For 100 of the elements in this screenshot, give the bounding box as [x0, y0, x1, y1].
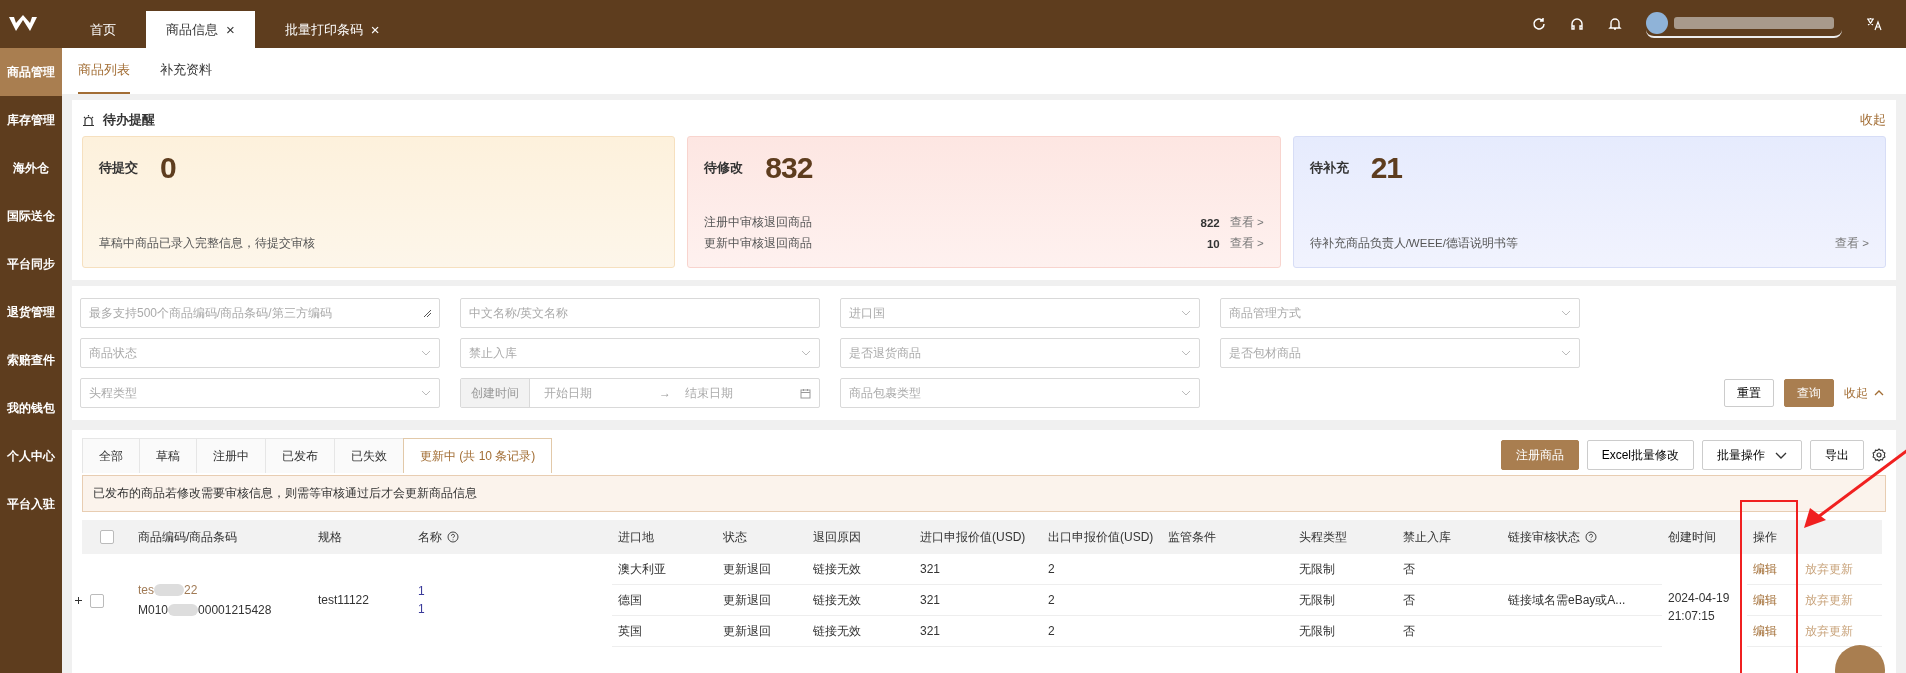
action-button[interactable]: 注册商品 — [1500, 440, 1579, 470]
select-field[interactable]: 是否包材商品 — [1220, 338, 1580, 368]
edit-link[interactable]: 编辑 — [1753, 561, 1777, 576]
select-field[interactable]: 禁止入库 — [460, 338, 820, 368]
table-cell: 更新退回 — [723, 623, 771, 638]
help-icon — [1585, 531, 1597, 543]
translate-icon[interactable] — [1866, 17, 1882, 31]
status-tab[interactable]: 注册中 — [196, 438, 265, 473]
subtab[interactable]: 补充资料 — [160, 48, 212, 94]
discard-link[interactable]: 放弃更新 — [1805, 623, 1853, 638]
status-tab[interactable]: 全部 — [82, 438, 139, 473]
page-tab[interactable]: 首页 — [70, 11, 136, 48]
card-note: 草稿中商品已录入完整信息，待提交审核 — [99, 236, 315, 251]
sidebar-item[interactable]: 索赔查件 — [0, 336, 62, 384]
card-title: 待修改 — [704, 159, 744, 177]
table-cell: 2 — [1048, 624, 1055, 638]
chevron-icon — [801, 350, 811, 356]
edit-link[interactable]: 编辑 — [1753, 623, 1777, 638]
column-header: 名称 — [418, 528, 442, 546]
table-cell: 更新退回 — [723, 592, 771, 607]
sidebar-item[interactable]: 平台入驻 — [0, 480, 62, 528]
close-icon[interactable]: × — [226, 21, 235, 38]
close-icon[interactable]: × — [370, 21, 380, 38]
select-field[interactable]: 商品包裹类型 — [840, 378, 1200, 408]
chevron-icon — [1181, 310, 1191, 316]
expand-icon[interactable] — [74, 596, 83, 606]
card-title: 待提交 — [99, 159, 138, 177]
status-tab[interactable]: 已失效 — [334, 438, 403, 473]
sidebar-item[interactable]: 国际送仓 — [0, 192, 62, 240]
status-tab[interactable]: 更新中 (共 10 条记录) — [403, 438, 553, 473]
sidebar-item[interactable]: 库存管理 — [0, 96, 62, 144]
view-link[interactable]: 查看 > — [1229, 215, 1264, 230]
column-header: 规格 — [318, 528, 342, 546]
sidebar-item[interactable]: 退货管理 — [0, 288, 62, 336]
table-cell: 无限制 — [1299, 623, 1335, 638]
table-cell: 否 — [1403, 592, 1415, 607]
resize-icon — [424, 309, 431, 317]
select-field[interactable]: 进口国 — [840, 298, 1200, 328]
page-tab[interactable]: 商品信息 × — [146, 11, 255, 48]
select-field[interactable]: 商品状态 — [80, 338, 440, 368]
sidebar-item[interactable]: 平台同步 — [0, 240, 62, 288]
bell-icon[interactable] — [1608, 17, 1622, 31]
input-field[interactable]: 中文名称/英文名称 — [460, 298, 820, 328]
user-chip[interactable] — [1646, 10, 1842, 38]
page-tab[interactable]: 批量打印条码 × — [264, 11, 400, 48]
refresh-icon[interactable] — [1532, 17, 1546, 31]
column-header: 监管条件 — [1168, 528, 1216, 546]
card-title: 待补充 — [1309, 159, 1349, 177]
blurred-text — [168, 604, 199, 617]
headset-icon[interactable] — [1570, 17, 1584, 31]
action-button[interactable]: 批量操作 — [1702, 440, 1802, 470]
column-header: 操作 — [1753, 528, 1777, 546]
sidebar-item[interactable]: 个人中心 — [0, 432, 62, 480]
status-tab[interactable]: 已发布 — [265, 438, 334, 473]
calendar-icon — [800, 387, 811, 399]
chevron-icon — [1561, 310, 1571, 316]
name-link[interactable]: 1 — [418, 582, 606, 601]
barcode-text: M010 — [138, 602, 169, 620]
collapse-link[interactable]: 收起 — [1844, 384, 1884, 402]
date-range-field[interactable]: 创建时间 开始日期 → 结束日期 — [460, 378, 820, 408]
caret-icon — [1775, 451, 1787, 459]
select-field[interactable]: 是否退货商品 — [840, 338, 1200, 368]
reset-button[interactable]: 重置 — [1724, 379, 1774, 407]
status-tab[interactable]: 草稿 — [139, 438, 196, 473]
chevron-icon — [1561, 350, 1571, 356]
sidebar-item[interactable]: 商品管理 — [0, 48, 62, 96]
table-cell: 无限制 — [1299, 592, 1335, 607]
discard-link[interactable]: 放弃更新 — [1805, 592, 1853, 607]
action-button[interactable]: 导出 — [1810, 440, 1864, 470]
line-count: 10 — [1206, 237, 1220, 250]
table-cell: 链接无效 — [813, 561, 861, 576]
collapse-link[interactable]: 收起 — [1860, 111, 1886, 129]
table-cell: 2 — [1048, 593, 1055, 607]
checkbox[interactable] — [90, 593, 105, 608]
table-cell: 无限制 — [1299, 561, 1335, 576]
action-button[interactable]: Excel批量修改 — [1586, 440, 1694, 470]
card-count: 21 — [1370, 151, 1403, 185]
table-cell: 否 — [1403, 623, 1415, 638]
checkbox[interactable] — [100, 530, 114, 545]
column-header: 进口申报价值(USD) — [920, 528, 1026, 546]
name-link[interactable]: 1 — [418, 600, 606, 619]
view-link[interactable]: 查看 > — [1835, 236, 1869, 251]
settings-icon[interactable] — [1872, 448, 1886, 462]
discard-link[interactable]: 放弃更新 — [1805, 561, 1853, 576]
table-cell: test11122 — [318, 593, 369, 608]
blurred-text — [154, 584, 184, 597]
view-link[interactable]: 查看 > — [1229, 236, 1264, 251]
subtab[interactable]: 商品列表 — [78, 48, 130, 94]
code-text: tes — [138, 582, 154, 600]
sidebar-item[interactable]: 我的钱包 — [0, 384, 62, 432]
query-button[interactable]: 查询 — [1784, 379, 1834, 407]
sidebar-item[interactable]: 海外仓 — [0, 144, 62, 192]
input-field[interactable]: 最多支持500个商品编码/商品条码/第三方编码 — [80, 298, 440, 328]
edit-link[interactable]: 编辑 — [1753, 592, 1777, 607]
created-time: 2024-04-19 — [1668, 590, 1731, 608]
chevron-icon — [421, 350, 431, 356]
select-field[interactable]: 头程类型 — [80, 378, 440, 408]
table-cell: 澳大利亚 — [618, 561, 666, 576]
select-field[interactable]: 商品管理方式 — [1220, 298, 1580, 328]
table-cell: 321 — [920, 624, 941, 638]
